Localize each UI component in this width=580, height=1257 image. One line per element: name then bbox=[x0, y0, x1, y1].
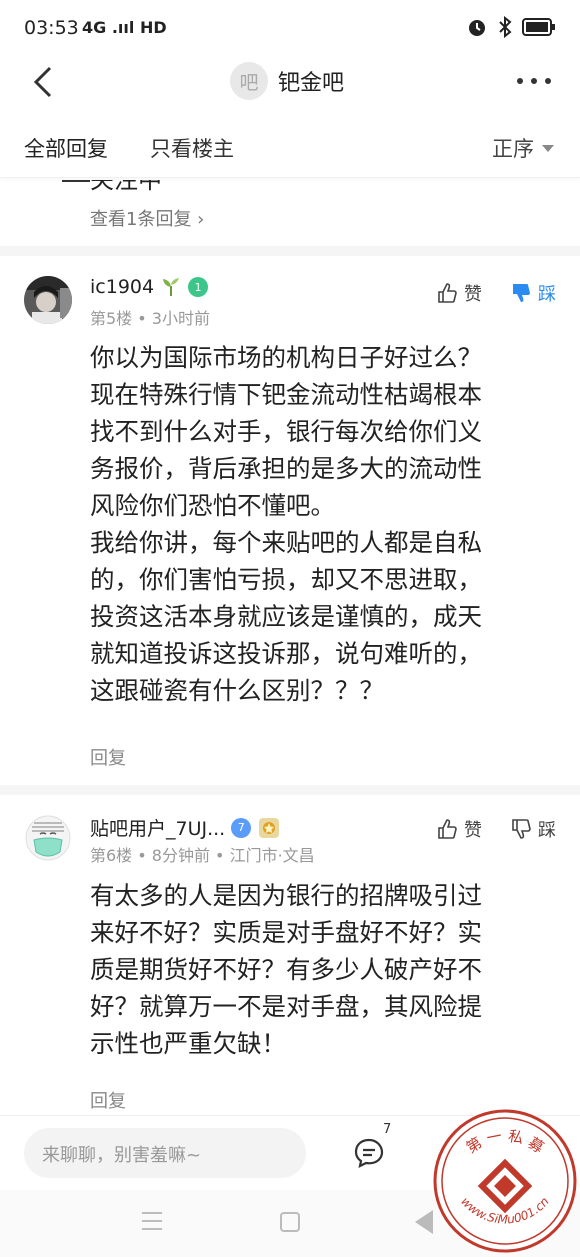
avatar[interactable] bbox=[24, 276, 72, 324]
username[interactable]: 贴吧用户_7UJ... bbox=[90, 814, 225, 841]
avatar[interactable] bbox=[24, 814, 72, 862]
divider bbox=[0, 246, 580, 256]
username[interactable]: ic1904 bbox=[90, 276, 154, 298]
tab-owner-only[interactable]: 只看楼主 bbox=[150, 133, 234, 163]
status-icons bbox=[466, 16, 556, 38]
like-button[interactable]: 赞 bbox=[436, 280, 482, 306]
forum-name: 钯金吧 bbox=[278, 71, 345, 96]
content-line: 务报价，背后承担的是多大的流动性 bbox=[90, 454, 482, 483]
more-icon[interactable] bbox=[516, 76, 552, 86]
status-time: 03:53 bbox=[24, 17, 79, 39]
post-username-row: ic1904 1 bbox=[90, 276, 209, 298]
reply-button[interactable]: 回复 bbox=[90, 1087, 126, 1113]
thumbs-down-filled-icon bbox=[513, 284, 530, 302]
like-label: 赞 bbox=[464, 820, 482, 841]
post-username-row: 贴吧用户_7UJ... 7 bbox=[90, 814, 281, 841]
content-line: 质是期货好不好？有多少人破产好不 bbox=[90, 955, 482, 984]
bluetooth-icon bbox=[499, 16, 512, 38]
post-content: 你以为国际市场的机构日子好过么？ 现在特殊行情下钯金流动性枯竭根本 找不到什么对… bbox=[90, 339, 560, 709]
sprout-icon bbox=[163, 278, 180, 296]
reply-tabs: 全部回复 只看楼主 正序 bbox=[0, 120, 580, 178]
thumbs-down-icon bbox=[512, 819, 531, 839]
dislike-button[interactable]: 踩 bbox=[510, 280, 556, 306]
thumbs-up-icon bbox=[438, 819, 457, 839]
sort-label: 正序 bbox=[492, 137, 534, 161]
content-line: 找不到什么对手，银行每次给你们义 bbox=[90, 417, 482, 446]
content-line: 示性也严重欠缺！ bbox=[90, 1029, 286, 1058]
member-badge-icon bbox=[259, 817, 280, 838]
content-line: 风险你们恐怕不懂吧。 bbox=[90, 491, 335, 520]
content-line: 有太多的人是因为银行的招牌吸引过 bbox=[90, 881, 482, 910]
home-icon[interactable] bbox=[280, 1212, 300, 1232]
alarm-icon bbox=[469, 20, 485, 36]
watermark-seal: 第 一 私 募 www.SiMu001.cn bbox=[433, 1109, 577, 1253]
content-line: 好？就算万一不是对手盘，其风险提 bbox=[90, 992, 482, 1021]
dislike-label: 踩 bbox=[538, 284, 556, 305]
forum-header[interactable]: 吧 钯金吧 bbox=[230, 62, 344, 100]
content-line: 就知道投诉这投诉那，说句难听的， bbox=[90, 639, 482, 668]
post-meta: 第5楼 • 3小时前 bbox=[90, 309, 210, 328]
content-line: 来好不好？实质是对手盘好不好？实 bbox=[90, 918, 482, 947]
masked-face-icon bbox=[24, 814, 72, 862]
content-line: 你以为国际市场的机构日子好过么？ bbox=[90, 343, 482, 372]
like-label: 赞 bbox=[464, 284, 482, 305]
post-actions: 赞 踩 bbox=[436, 280, 556, 306]
post-meta: 第6楼 • 8分钟前 • 江门市·文昌 bbox=[90, 846, 315, 865]
tab-all-replies[interactable]: 全部回复 bbox=[24, 133, 108, 163]
comment-count: 7 bbox=[383, 1122, 392, 1137]
user-photo-icon bbox=[24, 276, 72, 324]
top-nav: 吧 钯金吧 bbox=[0, 52, 580, 112]
view-replies-link[interactable]: 查看1条回复 › bbox=[90, 205, 204, 231]
dislike-label: 踩 bbox=[538, 820, 556, 841]
comment-input[interactable]: 来聊聊，别害羞嘛~ bbox=[24, 1128, 306, 1178]
back-triangle-icon[interactable] bbox=[415, 1210, 433, 1234]
level-badge: 7 bbox=[231, 817, 252, 838]
thumbs-up-icon bbox=[438, 283, 457, 303]
content-line: 的，你们害怕亏损，却又不思进取， bbox=[90, 565, 482, 594]
caret-down-icon bbox=[542, 144, 554, 152]
partial-underline bbox=[62, 180, 90, 182]
forum-avatar: 吧 bbox=[230, 62, 268, 100]
reply-button[interactable]: 回复 bbox=[90, 744, 126, 770]
level-badge: 1 bbox=[188, 277, 209, 297]
divider bbox=[0, 785, 580, 795]
content-line: 现在特殊行情下钯金流动性枯竭根本 bbox=[90, 380, 482, 409]
post-content: 有太多的人是因为银行的招牌吸引过 来好不好？实质是对手盘好不好？实 质是期货好不… bbox=[90, 877, 560, 1062]
content-line: 投资这活本身就应该是谨慎的，成天 bbox=[90, 602, 482, 631]
signal-indicator: 4G .ııl HD bbox=[82, 18, 167, 37]
back-arrow-icon[interactable] bbox=[28, 62, 64, 102]
post-actions: 赞 踩 bbox=[436, 816, 556, 842]
comment-icon[interactable] bbox=[352, 1136, 386, 1170]
status-bar: 03:53 4G .ııl HD bbox=[0, 0, 580, 60]
battery-icon bbox=[522, 18, 555, 36]
content-line: 这跟碰瓷有什么区别？？？ bbox=[90, 676, 384, 705]
menu-icon[interactable] bbox=[142, 1212, 162, 1236]
sort-dropdown[interactable]: 正序 bbox=[492, 133, 554, 163]
like-button[interactable]: 赞 bbox=[436, 816, 482, 842]
dislike-button[interactable]: 踩 bbox=[510, 816, 556, 842]
content-line: 我给你讲，每个来贴吧的人都是自私 bbox=[90, 528, 482, 557]
